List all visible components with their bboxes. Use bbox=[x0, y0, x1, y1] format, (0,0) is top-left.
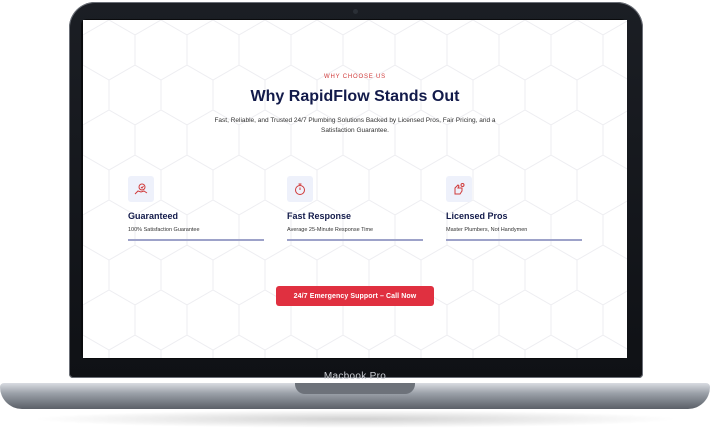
feature-licensed-pros: Licensed Pros Master Plumbers, Not Handy… bbox=[446, 176, 582, 241]
guarantee-hand-icon bbox=[128, 176, 154, 202]
section-eyebrow: WHY CHOOSE US bbox=[324, 74, 386, 80]
section-title: Why RapidFlow Stands Out bbox=[250, 88, 460, 105]
feature-divider bbox=[287, 239, 423, 241]
section-subtitle: Fast, Reliable, and Trusted 24/7 Plumbin… bbox=[214, 117, 496, 134]
feature-fast-response: Fast Response Average 25-Minute Response… bbox=[287, 176, 423, 241]
screen: WHY CHOOSE US Why RapidFlow Stands Out F… bbox=[83, 20, 627, 358]
stopwatch-icon bbox=[287, 176, 313, 202]
feature-divider bbox=[446, 239, 582, 241]
feature-desc: Master Plumbers, Not Handymen bbox=[446, 227, 528, 233]
feature-desc: Average 25-Minute Response Time bbox=[287, 227, 374, 233]
feature-title: Licensed Pros bbox=[446, 211, 508, 221]
feature-guaranteed: Guaranteed 100% Satisfaction Guarantee bbox=[128, 176, 264, 241]
camera-icon bbox=[353, 9, 358, 14]
licensed-hand-icon bbox=[446, 176, 472, 202]
feature-divider bbox=[128, 239, 264, 241]
emergency-call-button[interactable]: 24/7 Emergency Support – Call Now bbox=[276, 286, 434, 306]
feature-title: Fast Response bbox=[287, 211, 352, 221]
laptop-brand-label: Macbook Pro bbox=[323, 371, 387, 382]
laptop-shadow bbox=[30, 410, 680, 428]
feature-desc: 100% Satisfaction Guarantee bbox=[128, 227, 200, 233]
feature-title: Guaranteed bbox=[128, 211, 179, 221]
laptop-notch bbox=[295, 383, 415, 394]
